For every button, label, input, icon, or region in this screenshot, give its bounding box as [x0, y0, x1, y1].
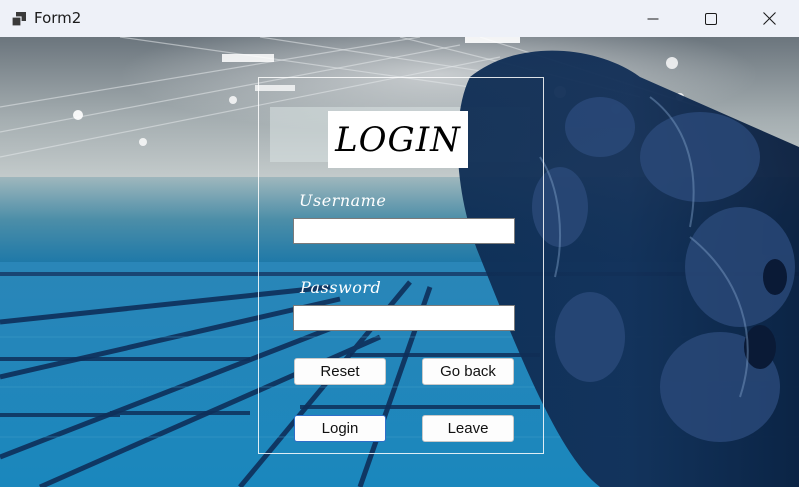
minimize-icon	[647, 18, 659, 19]
minimize-button[interactable]	[624, 0, 682, 37]
username-input[interactable]	[293, 218, 515, 244]
form-client-area: LOGIN Username Password Reset Go back Lo…	[0, 37, 799, 487]
close-button[interactable]	[740, 0, 798, 37]
window-title: Form2	[34, 9, 82, 27]
maximize-icon	[705, 12, 717, 25]
close-icon	[762, 12, 776, 25]
password-label: Password	[300, 278, 382, 297]
maximize-button[interactable]	[682, 0, 740, 37]
app-icon	[11, 12, 26, 27]
login-button[interactable]: Login	[294, 415, 386, 442]
login-panel: LOGIN Username Password Reset Go back Lo…	[258, 77, 544, 454]
go-back-button[interactable]: Go back	[422, 358, 514, 385]
form2-window: Form2 LOGIN Username Password Reset Go b…	[0, 0, 799, 487]
reset-button[interactable]: Reset	[294, 358, 386, 385]
password-input[interactable]	[293, 305, 515, 331]
login-heading: LOGIN	[328, 111, 468, 168]
username-label: Username	[299, 191, 387, 210]
title-bar[interactable]: Form2	[0, 0, 799, 37]
leave-button[interactable]: Leave	[422, 415, 514, 442]
